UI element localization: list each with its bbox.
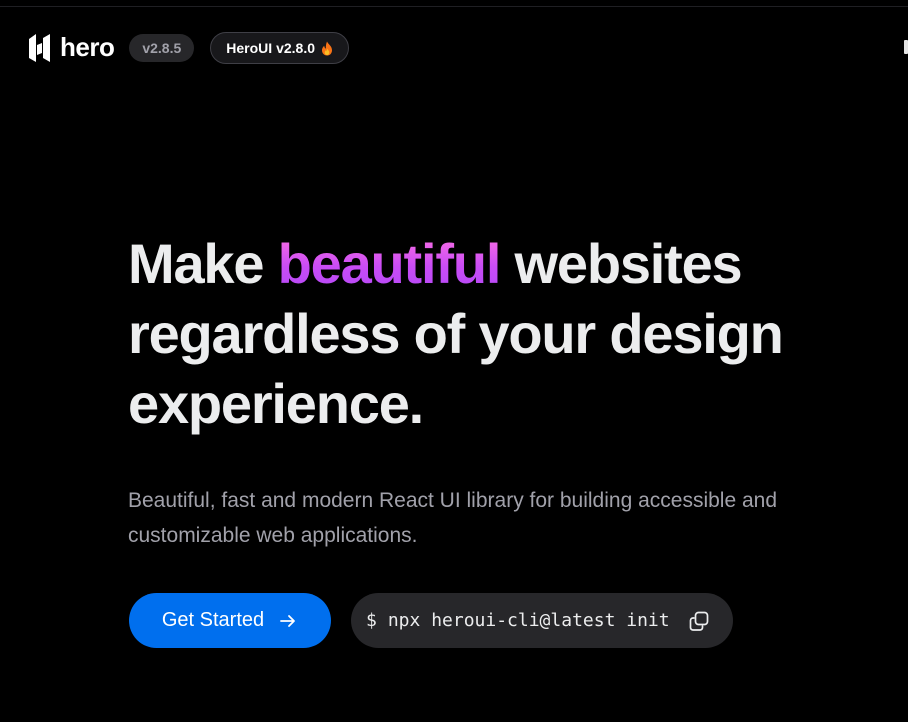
release-chip[interactable]: HeroUI v2.8.0 [210,32,349,64]
brand-name: hero [60,32,115,62]
hero-subtitle: Beautiful, fast and modern React UI libr… [128,489,778,547]
get-started-button[interactable]: Get Started [129,593,331,648]
copy-icon [687,609,711,633]
fire-icon [321,41,333,56]
install-snippet: $ npx heroui-cli@latest init [351,593,733,648]
hero-title-accent: beautiful [277,232,502,295]
navbar: hero v2.8.5 HeroUI v2.8.0 [28,31,349,65]
snippet-command: npx heroui-cli@latest init [387,610,670,631]
brand-link[interactable]: hero [28,32,115,63]
hero-title-part1: Make [128,232,278,295]
navbar-overflow-edge [904,40,908,54]
release-chip-label: HeroUI v2.8.0 [226,40,315,56]
arrow-right-icon [278,611,298,631]
hero-logo-icon [28,33,51,63]
get-started-label: Get Started [161,609,265,631]
top-divider [0,6,908,7]
copy-button[interactable] [687,609,711,633]
version-chip[interactable]: v2.8.5 [129,34,195,62]
landing-page: hero v2.8.5 HeroUI v2.8.0 Make beautiful… [0,0,908,722]
snippet-prompt: $ [366,610,377,631]
hero-title: Make beautiful websites regardless of yo… [128,229,888,439]
